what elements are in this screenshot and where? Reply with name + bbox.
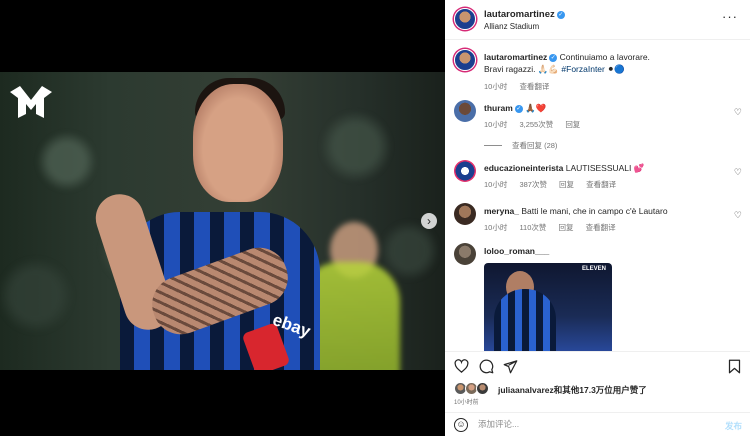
comment-username[interactable]: thuram: [484, 103, 513, 113]
comment-composer: ☺ 发布: [445, 412, 750, 436]
like-button[interactable]: [454, 359, 469, 378]
commenter-avatar[interactable]: [454, 203, 476, 225]
divider: [484, 145, 502, 146]
likes-summary: juliaanalvarez和其他17.3万位用户赞了: [445, 380, 750, 398]
heart-icon: ♡: [733, 167, 742, 177]
comment-input[interactable]: [478, 419, 708, 429]
view-replies-button[interactable]: 查看回复 (28): [484, 140, 557, 151]
comment-text: Batti le mani, che in campo c'è Lautaro: [521, 206, 668, 216]
player-head: [193, 84, 283, 202]
heart-icon: [454, 359, 469, 373]
post-timestamp: 10小时前: [454, 400, 479, 406]
next-photo-button[interactable]: ›: [421, 213, 437, 229]
save-button[interactable]: [728, 359, 741, 378]
commenter-avatar[interactable]: [454, 100, 476, 122]
post-comment-button[interactable]: 发布: [725, 420, 742, 432]
commenter-avatar[interactable]: [454, 160, 476, 182]
comment-time: 10小时: [484, 120, 508, 129]
comment-time: 10小时: [484, 180, 508, 189]
comment-like-button[interactable]: ♡: [734, 210, 742, 221]
emoji-button[interactable]: ☺: [454, 418, 468, 432]
comment-icon: [479, 359, 494, 374]
verified-icon: ✓: [556, 11, 565, 19]
comment-likes[interactable]: 110次赞: [519, 223, 546, 232]
emoji-icon: ☺: [456, 419, 466, 429]
author-avatar[interactable]: [454, 8, 476, 30]
comment-image[interactable]: ELEVEN: [484, 263, 612, 351]
heart-icon: ♡: [733, 210, 742, 220]
watermark-logo: [8, 84, 54, 122]
comment-username[interactable]: loloo_roman___: [484, 246, 549, 256]
caption-time: 10小时: [484, 82, 508, 91]
verified-icon: ✓: [549, 54, 558, 62]
verified-icon: ✓: [514, 105, 523, 113]
comment-button[interactable]: [479, 359, 494, 378]
chevron-right-icon: ›: [427, 214, 431, 228]
bookmark-icon: [728, 359, 741, 374]
reply-button[interactable]: 回复: [565, 120, 580, 129]
caption-line-2: Bravi ragazzi. 🙏🏻💪🏻: [484, 64, 560, 74]
caption-end: ⚫🔵: [607, 64, 625, 74]
post-side-panel: lautaromartinez ✓ Allianz Stadium ··· lau…: [445, 0, 750, 436]
eleven-logo: ELEVEN: [581, 266, 606, 272]
caption-translate[interactable]: 查看翻译: [519, 82, 549, 91]
more-icon: ···: [722, 9, 738, 24]
reply-button[interactable]: 回复: [559, 180, 574, 189]
author-avatar[interactable]: [454, 49, 476, 71]
more-options-button[interactable]: ···: [722, 9, 738, 24]
comment-likes[interactable]: 3,255次赞: [519, 120, 553, 129]
share-icon: [503, 360, 518, 374]
comment-likes[interactable]: 387次赞: [519, 180, 547, 189]
post-photo[interactable]: ebay: [0, 72, 445, 370]
comments-list: lautaromartinez ✓ Continuiamo a lavorare.…: [445, 41, 750, 351]
comment-username[interactable]: meryna_: [484, 206, 519, 216]
comment-like-button[interactable]: ♡: [734, 107, 742, 118]
reply-button[interactable]: 回复: [559, 223, 574, 232]
post-media: ebay ›: [0, 0, 445, 436]
author-username[interactable]: lautaromartinez: [484, 9, 555, 20]
post-header: lautaromartinez ✓ Allianz Stadium ···: [445, 0, 750, 40]
comment-username[interactable]: educazioneinterista: [484, 163, 563, 173]
translate-button[interactable]: 查看翻译: [586, 180, 616, 189]
post-location[interactable]: Allianz Stadium: [484, 22, 539, 31]
view-replies-label: 查看回复 (28): [512, 141, 558, 150]
heart-icon: ♡: [733, 107, 742, 117]
comment-like-button[interactable]: ♡: [734, 167, 742, 178]
comment-time: 10小时: [484, 223, 508, 232]
watermark-logo-graphic: [10, 86, 52, 118]
caption-hashtag[interactable]: #ForzaInter: [561, 64, 604, 74]
caption-line-1: Continuiamo a lavorare.: [559, 52, 650, 62]
comment-text: 🙏🏾❤️: [525, 103, 547, 113]
thumb-player: [494, 289, 556, 351]
likes-count[interactable]: juliaanalvarez和其他17.3万位用户赞了: [498, 384, 647, 396]
comment-text: LAUTISESSUALI 💕: [565, 163, 645, 173]
translate-button[interactable]: 查看翻译: [586, 223, 616, 232]
liker-avatar[interactable]: [476, 382, 489, 395]
share-button[interactable]: [503, 359, 518, 378]
caption-username[interactable]: lautaromartinez: [484, 52, 547, 62]
commenter-avatar[interactable]: [454, 243, 476, 265]
